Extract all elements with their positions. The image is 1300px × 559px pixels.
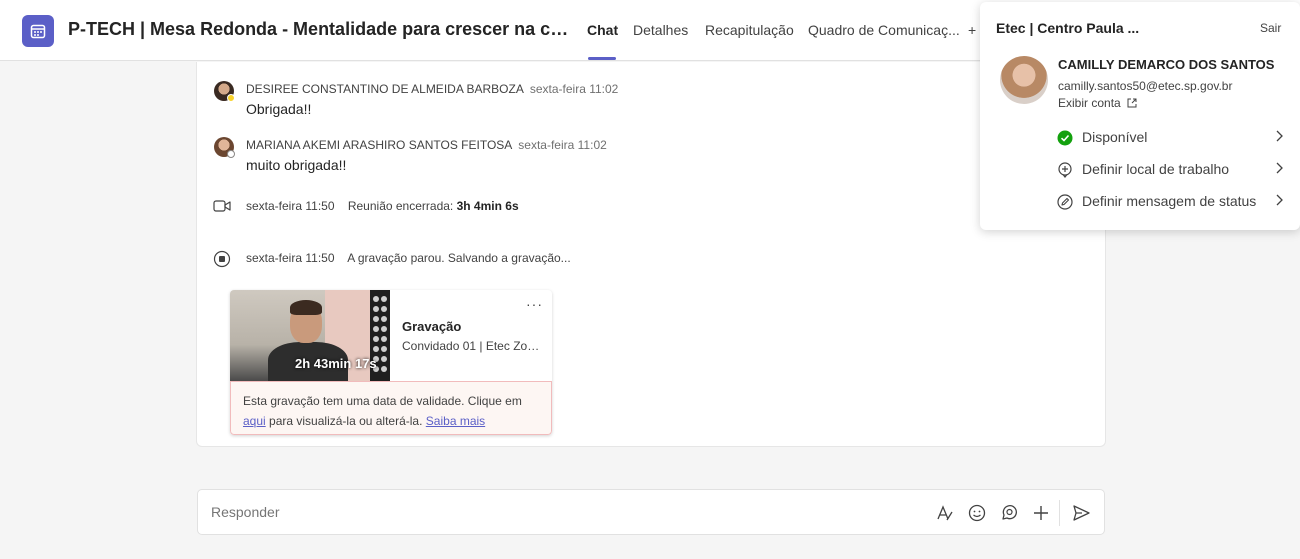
user-email: camilly.santos50@etec.sp.gov.br <box>1058 79 1233 93</box>
edit-status-icon <box>1056 193 1074 211</box>
expiration-notice: Esta gravação tem uma data de validade. … <box>230 381 552 435</box>
message-body: Obrigada!! <box>246 101 312 117</box>
view-account-link[interactable]: Exibir conta <box>1058 96 1137 110</box>
user-name: CAMILLY DEMARCO DOS SANTOS <box>1058 57 1275 72</box>
away-status-icon <box>227 94 235 102</box>
recording-stopped-event: sexta-feira 11:50 A gravação parou. Salv… <box>246 251 571 265</box>
event-timestamp: sexta-feira 11:50 <box>246 251 335 265</box>
tab-chat[interactable]: Chat <box>587 22 618 38</box>
chevron-right-icon <box>1274 192 1284 211</box>
reply-input[interactable] <box>211 504 811 520</box>
recording-title[interactable]: Gravação <box>402 319 461 334</box>
menu-item-work-location[interactable]: Definir local de trabalho <box>1056 158 1286 182</box>
available-status-icon <box>1056 129 1074 147</box>
meeting-duration: 3h 4min 6s <box>456 199 519 213</box>
avatar[interactable] <box>1000 56 1048 104</box>
message-sender: DESIREE CONSTANTINO DE ALMEIDA BARBOZA se… <box>246 82 618 96</box>
chevron-right-icon <box>1274 128 1284 147</box>
event-text: Reunião encerrada: <box>347 199 454 213</box>
calendar-icon <box>22 15 54 47</box>
send-icon[interactable] <box>1070 502 1092 524</box>
emoji-icon[interactable] <box>966 502 988 524</box>
learn-more-link[interactable]: Saiba mais <box>426 414 485 428</box>
location-icon <box>1056 161 1074 179</box>
menu-item-status-message[interactable]: Definir mensagem de status <box>1056 190 1286 214</box>
format-icon[interactable] <box>934 502 956 524</box>
organization-name: Etec | Centro Paula ... <box>996 20 1140 36</box>
add-tab-button[interactable]: + <box>968 22 976 38</box>
divider <box>1059 500 1060 526</box>
message-sender: MARIANA AKEMI ARASHIRO SANTOS FEITOSA sex… <box>246 138 607 152</box>
stop-recording-icon <box>213 250 231 273</box>
recording-thumbnail[interactable]: 2h 43min 17s <box>230 290 390 381</box>
notice-text: Esta gravação tem uma data de validade. … <box>243 394 522 408</box>
message-timestamp: sexta-feira 11:02 <box>529 82 619 96</box>
offline-status-icon <box>227 150 235 158</box>
message-body: muito obrigada!! <box>246 157 347 173</box>
loop-component-icon[interactable] <box>998 502 1020 524</box>
tab-whiteboard[interactable]: Quadro de Comunicaç... <box>808 22 960 38</box>
tab-details[interactable]: Detalhes <box>633 22 688 38</box>
notice-text: para visualizá-la ou alterá-la. <box>269 414 423 428</box>
chevron-right-icon <box>1274 160 1284 179</box>
event-text: A gravação parou. Salvando a gravação... <box>347 251 571 265</box>
active-tab-indicator <box>588 57 616 60</box>
tab-recap[interactable]: Recapitulação <box>705 22 794 38</box>
page-title: P-TECH | Mesa Redonda - Mentalidade para… <box>68 19 578 39</box>
sender-name: MARIANA AKEMI ARASHIRO SANTOS FEITOSA <box>246 138 513 152</box>
recording-subtitle: Convidado 01 | Etec Zona Leste <box>402 339 544 353</box>
add-icon[interactable] <box>1030 502 1052 524</box>
sign-out-button[interactable]: Sair <box>1260 21 1281 35</box>
message-timestamp: sexta-feira 11:02 <box>518 138 607 152</box>
view-account-label: Exibir conta <box>1058 96 1121 110</box>
sender-name: DESIREE CONSTANTINO DE ALMEIDA BARBOZA <box>246 82 524 96</box>
here-link[interactable]: aqui <box>243 414 266 428</box>
menu-item-label: Disponível <box>1082 129 1148 145</box>
recording-duration: 2h 43min 17s <box>295 356 377 371</box>
profile-popup: Etec | Centro Paula ... Sair CAMILLY DEM… <box>980 2 1300 230</box>
menu-item-label: Definir local de trabalho <box>1082 161 1230 177</box>
video-camera-icon <box>213 199 231 218</box>
meeting-ended-event: sexta-feira 11:50 Reunião encerrada: 3h … <box>246 199 519 213</box>
event-timestamp: sexta-feira 11:50 <box>246 199 335 213</box>
menu-item-label: Definir mensagem de status <box>1082 193 1257 209</box>
menu-item-availability[interactable]: Disponível <box>1056 126 1286 150</box>
recording-card[interactable]: 2h 43min 17s Gravação Convidado 01 | Ete… <box>230 290 552 435</box>
more-options-icon[interactable]: ··· <box>526 296 543 312</box>
external-link-icon <box>1127 98 1137 108</box>
reply-box[interactable] <box>197 489 1105 535</box>
